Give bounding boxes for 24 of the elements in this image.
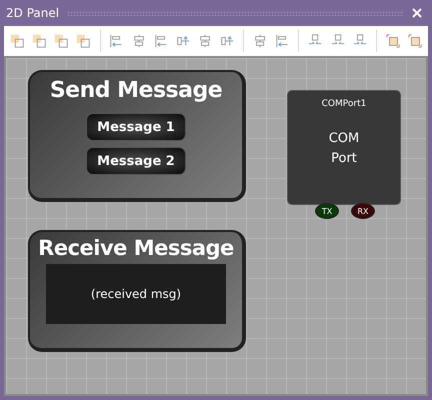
panel-title: Receive Message [38,236,234,260]
overlapping-squares-icon[interactable] [76,33,91,49]
overlapping-squares-icon[interactable] [54,33,68,49]
panel-title: Send Message [50,78,222,103]
align-left-icon[interactable] [109,33,124,49]
resize-icon[interactable] [408,33,422,49]
align-left-icon[interactable] [154,33,168,49]
port-pin[interactable]: RX [351,203,375,219]
overlapping-squares-icon[interactable] [10,33,24,49]
block-name: COMPort1 [322,99,366,109]
window-title: 2D Panel [6,6,60,20]
resize-icon[interactable] [386,33,400,49]
align-left-icon[interactable] [275,33,290,49]
align-center-icon[interactable] [132,33,146,49]
display-text: (received msg) [90,287,182,301]
message-button[interactable]: Message 2 [86,147,186,175]
close-icon[interactable] [412,8,422,18]
align-center-icon[interactable] [198,33,212,49]
block-label: COM Port [328,130,360,168]
overlapping-squares-icon[interactable] [32,33,46,49]
port-pin[interactable]: TX [315,203,339,219]
com-port-block[interactable]: COMPort1 COM Port [287,90,401,205]
message-button[interactable]: Message 1 [86,113,186,141]
align-center-icon[interactable] [253,33,268,49]
